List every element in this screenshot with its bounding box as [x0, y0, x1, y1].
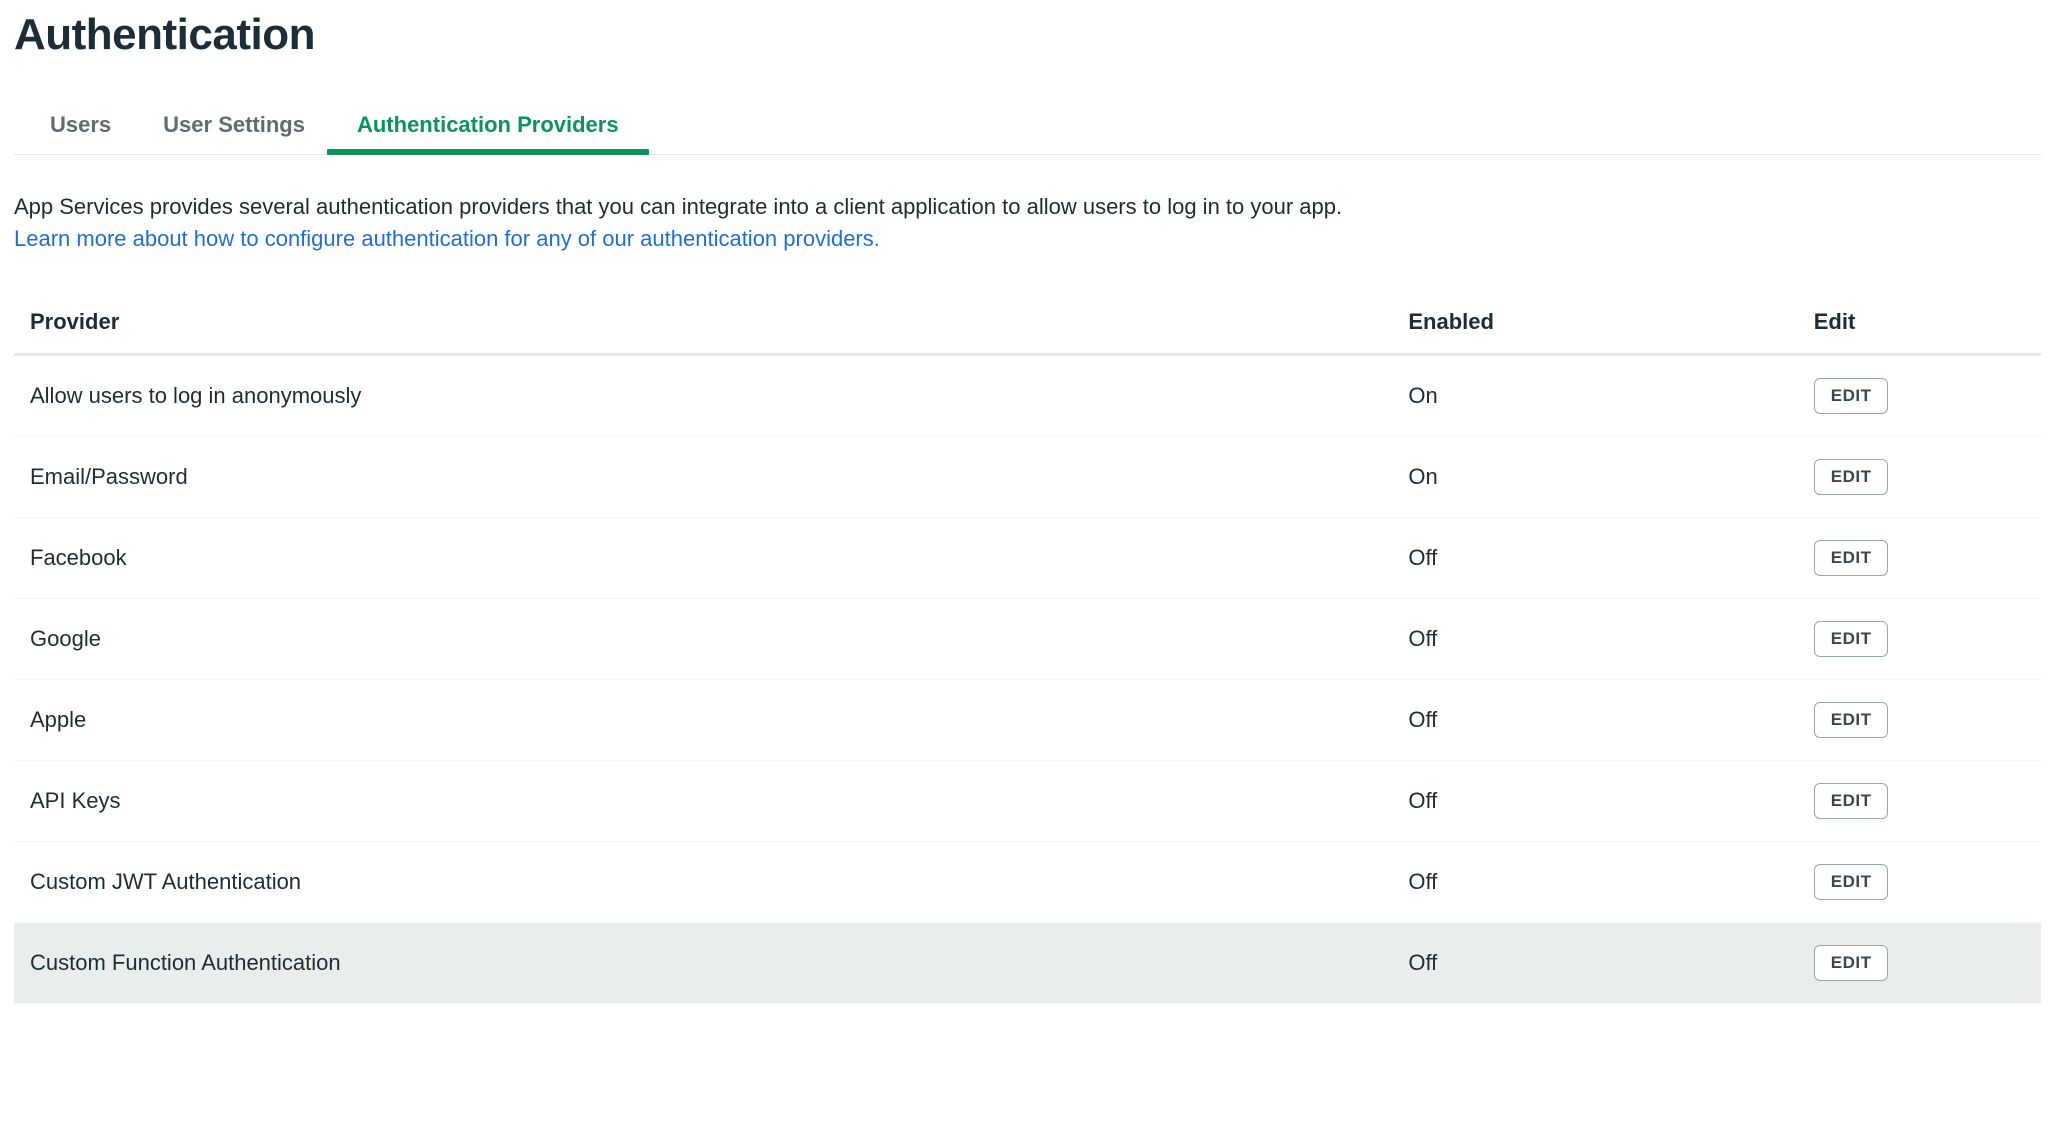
edit-button[interactable]: EDIT: [1814, 378, 1889, 414]
intro-learn-more-link[interactable]: Learn more about how to configure authen…: [14, 226, 880, 251]
tab-authentication-providers[interactable]: Authentication Providers: [353, 102, 623, 154]
edit-cell: EDIT: [1798, 760, 2041, 841]
edit-cell: EDIT: [1798, 436, 2041, 517]
column-header-edit: Edit: [1798, 295, 2041, 355]
table-row: Custom JWT AuthenticationOff EDIT: [14, 841, 2041, 922]
tab-user-settings[interactable]: User Settings: [159, 102, 309, 154]
table-row: API KeysOff EDIT: [14, 760, 2041, 841]
column-header-provider: Provider: [14, 295, 1392, 355]
provider-name: Google: [14, 598, 1392, 679]
tab-users[interactable]: Users: [46, 102, 115, 154]
table-row: Custom Function AuthenticationOff EDIT: [14, 922, 2041, 1003]
edit-button[interactable]: EDIT: [1814, 702, 1889, 738]
provider-name: API Keys: [14, 760, 1392, 841]
provider-status: On: [1392, 354, 1797, 436]
providers-table: Provider Enabled Edit Allow users to log…: [14, 295, 2041, 1004]
edit-button[interactable]: EDIT: [1814, 540, 1889, 576]
provider-name: Custom JWT Authentication: [14, 841, 1392, 922]
provider-name: Email/Password: [14, 436, 1392, 517]
table-row: GoogleOff EDIT: [14, 598, 2041, 679]
provider-status: Off: [1392, 841, 1797, 922]
table-row: Allow users to log in anonymouslyOn EDIT: [14, 354, 2041, 436]
intro-block: App Services provides several authentica…: [14, 191, 2041, 255]
tabs-bar: Users User Settings Authentication Provi…: [14, 102, 2041, 155]
page-title: Authentication: [14, 10, 2041, 60]
provider-name: Custom Function Authentication: [14, 922, 1392, 1003]
table-row: FacebookOff EDIT: [14, 517, 2041, 598]
column-header-enabled: Enabled: [1392, 295, 1797, 355]
edit-cell: EDIT: [1798, 922, 2041, 1003]
provider-status: Off: [1392, 598, 1797, 679]
provider-name: Allow users to log in anonymously: [14, 354, 1392, 436]
provider-status: On: [1392, 436, 1797, 517]
edit-cell: EDIT: [1798, 517, 2041, 598]
provider-status: Off: [1392, 517, 1797, 598]
edit-button[interactable]: EDIT: [1814, 459, 1889, 495]
edit-button[interactable]: EDIT: [1814, 864, 1889, 900]
intro-text: App Services provides several authentica…: [14, 194, 1342, 219]
table-row: Email/PasswordOn EDIT: [14, 436, 2041, 517]
provider-status: Off: [1392, 679, 1797, 760]
edit-cell: EDIT: [1798, 598, 2041, 679]
edit-cell: EDIT: [1798, 679, 2041, 760]
provider-status: Off: [1392, 760, 1797, 841]
provider-name: Apple: [14, 679, 1392, 760]
edit-cell: EDIT: [1798, 841, 2041, 922]
provider-name: Facebook: [14, 517, 1392, 598]
edit-cell: EDIT: [1798, 354, 2041, 436]
table-row: AppleOff EDIT: [14, 679, 2041, 760]
edit-button[interactable]: EDIT: [1814, 621, 1889, 657]
provider-status: Off: [1392, 922, 1797, 1003]
edit-button[interactable]: EDIT: [1814, 945, 1889, 981]
edit-button[interactable]: EDIT: [1814, 783, 1889, 819]
